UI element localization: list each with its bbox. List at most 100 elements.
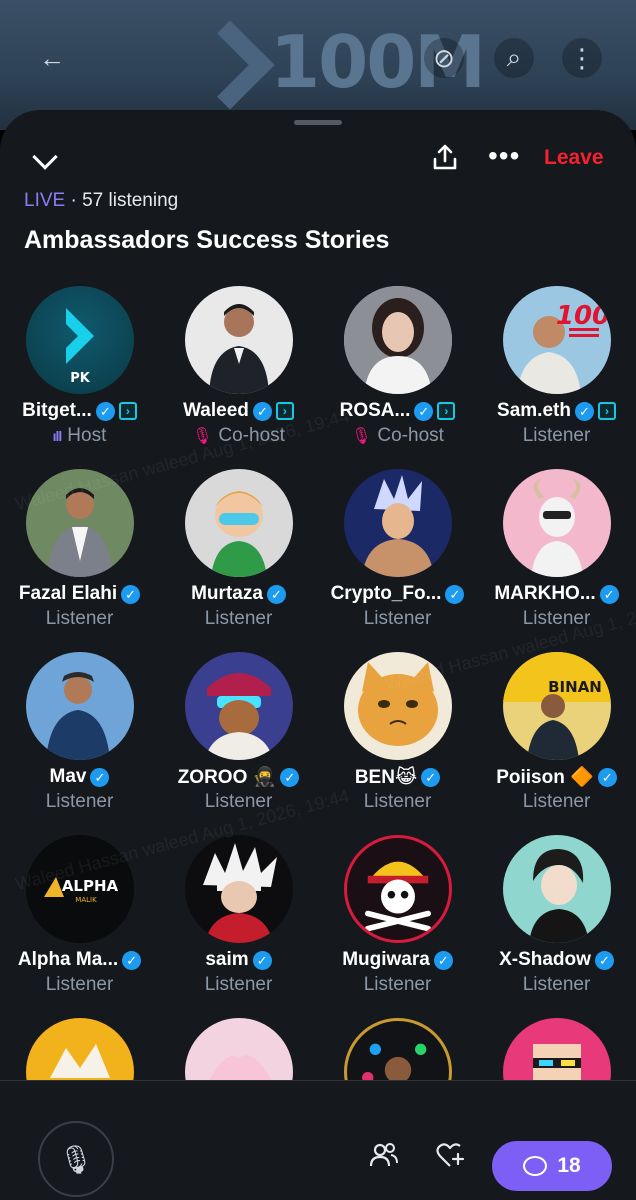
avatar-text: ALPHA <box>62 877 119 895</box>
verified-badge-icon: ✓ <box>445 584 465 604</box>
participant-name: saim <box>205 949 249 970</box>
participant-name: X-Shadow <box>499 949 591 970</box>
avatar <box>185 286 293 394</box>
participant-name: Mugiwara <box>342 949 430 970</box>
leave-button[interactable]: Leave <box>544 146 604 170</box>
participant-role: Listener <box>477 791 636 813</box>
participant-role: Listener <box>159 974 318 996</box>
participant-name-row: ZOROO 🥷 ✓ <box>159 765 318 789</box>
participant-name: Sam.eth <box>497 400 571 421</box>
role-label: Listener <box>204 791 273 812</box>
avatar <box>185 652 293 760</box>
avatar <box>185 469 293 577</box>
participant-name-row: Alpha Ma... ✓ <box>0 948 159 972</box>
participant-name: ZOROO 🥷 <box>177 767 277 788</box>
role-label: Listener <box>363 974 432 995</box>
role-label: Listener <box>363 608 432 629</box>
avatar <box>185 835 293 943</box>
mic-off-icon: 🎙 <box>192 428 213 445</box>
participant-name: Bitget... <box>22 400 92 421</box>
participant-name: Murtaza <box>191 583 263 604</box>
participant-name-row: Fazal Elahi ✓ <box>0 582 159 606</box>
participant-name-row: X-Shadow ✓ <box>477 948 636 972</box>
banner-chevron <box>185 20 275 110</box>
avatar: BINAN <box>503 652 611 760</box>
role-label: Listener <box>45 974 114 995</box>
space-sheet: ••• Leave LIVE · 57 listening Ambassador… <box>0 110 636 1200</box>
more-options-button[interactable]: ••• <box>488 142 520 170</box>
participant-role: Listener <box>318 974 477 996</box>
participant-role: Listener <box>477 974 636 996</box>
role-label: Host <box>67 425 107 446</box>
avatar <box>503 469 611 577</box>
participant-role: 🎙 Co-host <box>159 425 318 447</box>
participant-role: 🎙 Co-host <box>318 425 477 447</box>
space-title: Ambassadors Success Stories <box>24 226 390 254</box>
brand-badge-icon: › <box>597 402 616 420</box>
hide-icon[interactable]: ⊘ <box>424 38 464 78</box>
comment-bubble-icon <box>523 1156 548 1176</box>
avatar-text: 100 <box>556 301 610 331</box>
verified-badge-icon: ✓ <box>574 401 594 421</box>
participant-name: Poiison 🔶 <box>496 767 594 788</box>
participant-name-row: Bitget... ✓ › <box>0 399 159 423</box>
listening-count: 57 listening <box>82 190 179 211</box>
verified-badge-icon: ✓ <box>421 767 441 787</box>
live-label: LIVE <box>24 190 66 211</box>
people-icon[interactable] <box>364 1135 404 1175</box>
participant-name: MARKHO... <box>494 583 596 604</box>
microphone-icon[interactable]: 🎙 <box>38 1121 114 1197</box>
bottom-action-bar: 🎙 18 <box>0 1080 636 1200</box>
role-label: Listener <box>522 974 591 995</box>
participant-role: ıll Host <box>0 425 159 447</box>
role-label: Listener <box>522 425 591 446</box>
avatar <box>26 652 134 760</box>
verified-badge-icon: ✓ <box>122 950 142 970</box>
chevron-down-icon[interactable] <box>32 144 58 170</box>
verified-badge-icon: ✓ <box>252 401 272 421</box>
participant-role: Listener <box>159 608 318 630</box>
heart-plus-icon[interactable] <box>430 1135 470 1175</box>
participant-role: Listener <box>477 425 636 447</box>
comment-count: 18 <box>557 1154 581 1177</box>
participant-name-row: Mav ✓ <box>0 765 159 789</box>
more-icon[interactable]: ⋮ <box>562 38 602 78</box>
participant-name-row: MARKHO... ✓ <box>477 582 636 606</box>
brand-badge-icon: › <box>437 402 456 420</box>
search-icon[interactable]: ⌕ <box>494 38 534 78</box>
participant-role: Listener <box>477 608 636 630</box>
verified-badge-icon: ✓ <box>121 584 141 604</box>
comments-button[interactable]: 18 <box>492 1141 612 1191</box>
avatar <box>344 652 452 760</box>
space-top-bar: ••• Leave <box>0 140 636 180</box>
avatar-text: BINAN <box>548 678 602 696</box>
participant-role: Listener <box>318 791 477 813</box>
arrow-left-icon[interactable]: ← <box>32 38 72 78</box>
brand-badge-icon: › <box>118 402 137 420</box>
avatar <box>344 469 452 577</box>
participant-role: Listener <box>0 608 159 630</box>
participant-name: Fazal Elahi <box>18 583 118 604</box>
role-label: Listener <box>45 608 114 629</box>
share-icon[interactable] <box>430 142 460 172</box>
participant-name: Crypto_Fo... <box>330 583 442 604</box>
verified-badge-icon: ✓ <box>95 401 115 421</box>
avatar-text: PK <box>70 371 91 386</box>
role-label: Listener <box>45 791 114 812</box>
participant-name-row: Crypto_Fo... ✓ <box>318 582 477 606</box>
verified-badge-icon: ✓ <box>90 767 110 787</box>
verified-badge-icon: ✓ <box>433 950 453 970</box>
participant-name: Mav <box>49 766 87 787</box>
participant-role: Listener <box>0 791 159 813</box>
participant-name: ROSA... <box>339 400 411 421</box>
participant-role: Listener <box>0 974 159 996</box>
participant-role: Listener <box>318 608 477 630</box>
sheet-grabber[interactable] <box>294 120 342 125</box>
participant-name-row: Mugiwara ✓ <box>318 948 477 972</box>
participant-name-row: ROSA... ✓ › <box>318 399 477 423</box>
role-label: Listener <box>522 791 591 812</box>
verified-badge-icon: ✓ <box>252 950 272 970</box>
participant-name-row: Waleed ✓ › <box>159 399 318 423</box>
participant-name-row: BEN😹 ✓ <box>318 765 477 789</box>
avatar: ALPHA MALIK <box>26 835 134 943</box>
